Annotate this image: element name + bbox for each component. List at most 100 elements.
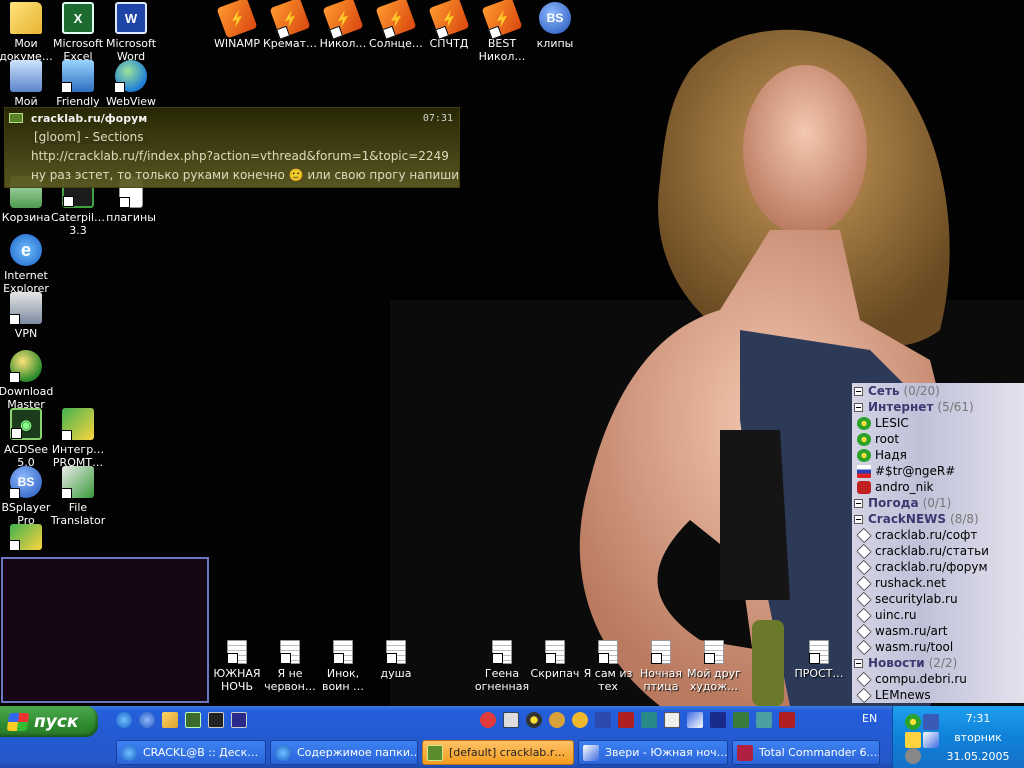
- grid-app-icon[interactable]: [710, 712, 726, 728]
- desktop-icon-my-documents[interactable]: Мои докуме…: [0, 2, 55, 63]
- desktop-icon-app-shortcut[interactable]: [0, 524, 55, 553]
- contact-item[interactable]: wasm.ru/tool: [852, 639, 1024, 655]
- contact-item[interactable]: compu.debri.ru: [852, 671, 1024, 687]
- taskbar-button-folder-contents[interactable]: Содержимое папки…: [270, 740, 418, 765]
- contact-item[interactable]: LEMnews: [852, 687, 1024, 703]
- tag-icon[interactable]: [162, 712, 178, 728]
- desktop-file-ya-ne-chervon[interactable]: Я не червон…: [261, 640, 319, 693]
- desktop-icon-winamp[interactable]: ⚡ WINAMP: [208, 0, 266, 50]
- desktop-icon-playlist-4[interactable]: ⚡ СПЧТД: [420, 0, 478, 50]
- contact-item[interactable]: securitylab.ru: [852, 591, 1024, 607]
- contact-item[interactable]: cracklab.ru/софт: [852, 527, 1024, 543]
- face-icon[interactable]: [572, 712, 588, 728]
- collapse-toggle-icon[interactable]: [854, 514, 863, 524]
- desktop-icon-webview[interactable]: WebView: [102, 60, 160, 108]
- desktop-icon-playlist-2[interactable]: ⚡ Никол…: [314, 0, 372, 50]
- zip-app-icon[interactable]: [779, 712, 795, 728]
- desktop-icon-playlist-3[interactable]: ⚡ Солнце…: [367, 0, 425, 50]
- window-icon[interactable]: [503, 712, 519, 728]
- desktop-icon-playlist-1[interactable]: ⚡ Кремат…: [261, 0, 319, 50]
- desktop-icon-vpn[interactable]: VPN: [0, 292, 55, 340]
- desktop-icon-my-computer[interactable]: Мой: [0, 60, 55, 108]
- contact-item[interactable]: #$tr@ngeR#: [852, 463, 1024, 479]
- collapse-toggle-icon[interactable]: [854, 402, 863, 412]
- contact-group[interactable]: Погода (0/1): [852, 495, 1024, 511]
- desktop-file-yuzhnaya-noch[interactable]: ЮЖНАЯ НОЧЬ: [208, 640, 266, 693]
- collapse-toggle-icon[interactable]: [854, 498, 863, 508]
- contact-item[interactable]: rushack.net: [852, 575, 1024, 591]
- resource-editor-icon[interactable]: [618, 712, 634, 728]
- lightning-icon[interactable]: [905, 732, 921, 748]
- desktop-file-prost[interactable]: ПРОСТ…: [790, 640, 848, 680]
- contact-item[interactable]: wasm.ru/art: [852, 623, 1024, 639]
- radiation-icon[interactable]: [526, 712, 542, 728]
- desktop-icon-word[interactable]: W Microsoft Word: [102, 2, 160, 63]
- desktop-file-inok-voin[interactable]: Инок, воин …: [314, 640, 372, 693]
- popup-line-url[interactable]: http://cracklab.ru/f/index.php?action=vt…: [5, 147, 459, 166]
- desktop-icon-clips[interactable]: BS клипы: [526, 2, 584, 50]
- contact-item[interactable]: uinc.ru: [852, 607, 1024, 623]
- desktop-icon-playlist-5[interactable]: ⚡ BEST Никол…: [473, 0, 531, 63]
- notification-popup[interactable]: cracklab.ru/форум 07:31 [gloom] - Sectio…: [4, 107, 460, 188]
- winamp-icon: ⚡: [216, 0, 258, 39]
- clock-time[interactable]: 7:31: [948, 712, 1008, 725]
- taskbar-button-cracklab-desk[interactable]: CRACKL@B :: Деск…: [116, 740, 266, 765]
- contact-group[interactable]: Сеть (0/20): [852, 383, 1024, 399]
- desktop-icon-internet-explorer[interactable]: e Internet Explorer: [0, 234, 55, 295]
- language-indicator[interactable]: EN: [862, 712, 877, 725]
- acdsee-icon[interactable]: [185, 712, 201, 728]
- taskbar-button-media-player[interactable]: Звери - Южная ноч…: [578, 740, 728, 765]
- bug-icon[interactable]: [480, 712, 496, 728]
- start-button[interactable]: пуск: [0, 706, 98, 737]
- bsplayer-icon[interactable]: [139, 712, 155, 728]
- contact-name: cracklab.ru/статьи: [875, 544, 989, 558]
- internet-explorer-icon[interactable]: [116, 712, 132, 728]
- desktop-icon-bsplayer[interactable]: BS BSplayer Pro: [0, 466, 55, 527]
- network-app-icon[interactable]: [756, 712, 772, 728]
- clock-app-icon[interactable]: [664, 712, 680, 728]
- contact-item[interactable]: andro_nik: [852, 479, 1024, 495]
- image-viewer-icon[interactable]: [641, 712, 657, 728]
- network-icon[interactable]: [923, 714, 939, 730]
- contact-name: #$tr@ngeR#: [875, 464, 956, 478]
- contact-group[interactable]: Интернет (5/61): [852, 399, 1024, 415]
- contact-list[interactable]: Сеть (0/20) Интернет (5/61) LESIC root Надя #$t…: [852, 383, 1024, 703]
- collapse-toggle-icon[interactable]: [854, 658, 863, 668]
- contact-item[interactable]: Надя: [852, 447, 1024, 463]
- group-name: Погода: [868, 496, 919, 510]
- desktop-icon-download-master[interactable]: Download Master: [0, 350, 55, 411]
- group-count: (8/8): [950, 512, 979, 526]
- contact-group[interactable]: CrackNEWS (8/8): [852, 511, 1024, 527]
- contact-item[interactable]: cracklab.ru/статьи: [852, 543, 1024, 559]
- desktop-icon-excel[interactable]: X Microsoft Excel: [49, 2, 107, 63]
- triangle-app-icon[interactable]: [687, 712, 703, 728]
- desktop-icon-friendly[interactable]: Friendly: [49, 60, 107, 108]
- chart-app-icon[interactable]: [733, 712, 749, 728]
- tool-icon[interactable]: [549, 712, 565, 728]
- volume-icon[interactable]: [905, 748, 921, 764]
- desktop-icon-promt[interactable]: Интегр… PROMT…: [49, 408, 107, 469]
- collapse-toggle-icon[interactable]: [854, 386, 863, 396]
- desktop-file-dusha[interactable]: душа: [367, 640, 425, 680]
- desktop-widget-panel[interactable]: [1, 557, 209, 703]
- taskbar-button-total-commander[interactable]: Total Commander 6.…: [732, 740, 880, 765]
- desktop-file-geena-ognennaya[interactable]: Геена огненная: [473, 640, 531, 693]
- contact-name: compu.debri.ru: [875, 672, 967, 686]
- triangle-app-icon[interactable]: [923, 732, 939, 748]
- contact-item[interactable]: cracklab.ru/форум: [852, 559, 1024, 575]
- taskbar-button-cracklab-mail[interactable]: [default] cracklab.r…: [422, 740, 574, 765]
- desktop-file-nochnaya-ptica[interactable]: Ночная птица: [632, 640, 690, 693]
- popup-time: 07:31: [422, 112, 453, 124]
- desktop-icon-file-translator[interactable]: File Translator: [49, 466, 107, 527]
- command-prompt-icon[interactable]: [208, 712, 224, 728]
- window-manager-icon[interactable]: [595, 712, 611, 728]
- desktop-file-moy-drug-hudozhnik[interactable]: Мой друг худож…: [685, 640, 743, 693]
- desktop-icon-acdsee[interactable]: ◉ ACDSee 5.0: [0, 408, 55, 469]
- contact-item[interactable]: root: [852, 431, 1024, 447]
- desktop-file-ya-sam-iz-teh[interactable]: Я сам из тех: [579, 640, 637, 693]
- floppy-disk-icon[interactable]: [231, 712, 247, 728]
- desktop-file-skripach[interactable]: Скрипач: [526, 640, 584, 680]
- messenger-flower-icon[interactable]: [905, 714, 921, 730]
- contact-group[interactable]: Новости (2/2): [852, 655, 1024, 671]
- contact-item[interactable]: LESIC: [852, 415, 1024, 431]
